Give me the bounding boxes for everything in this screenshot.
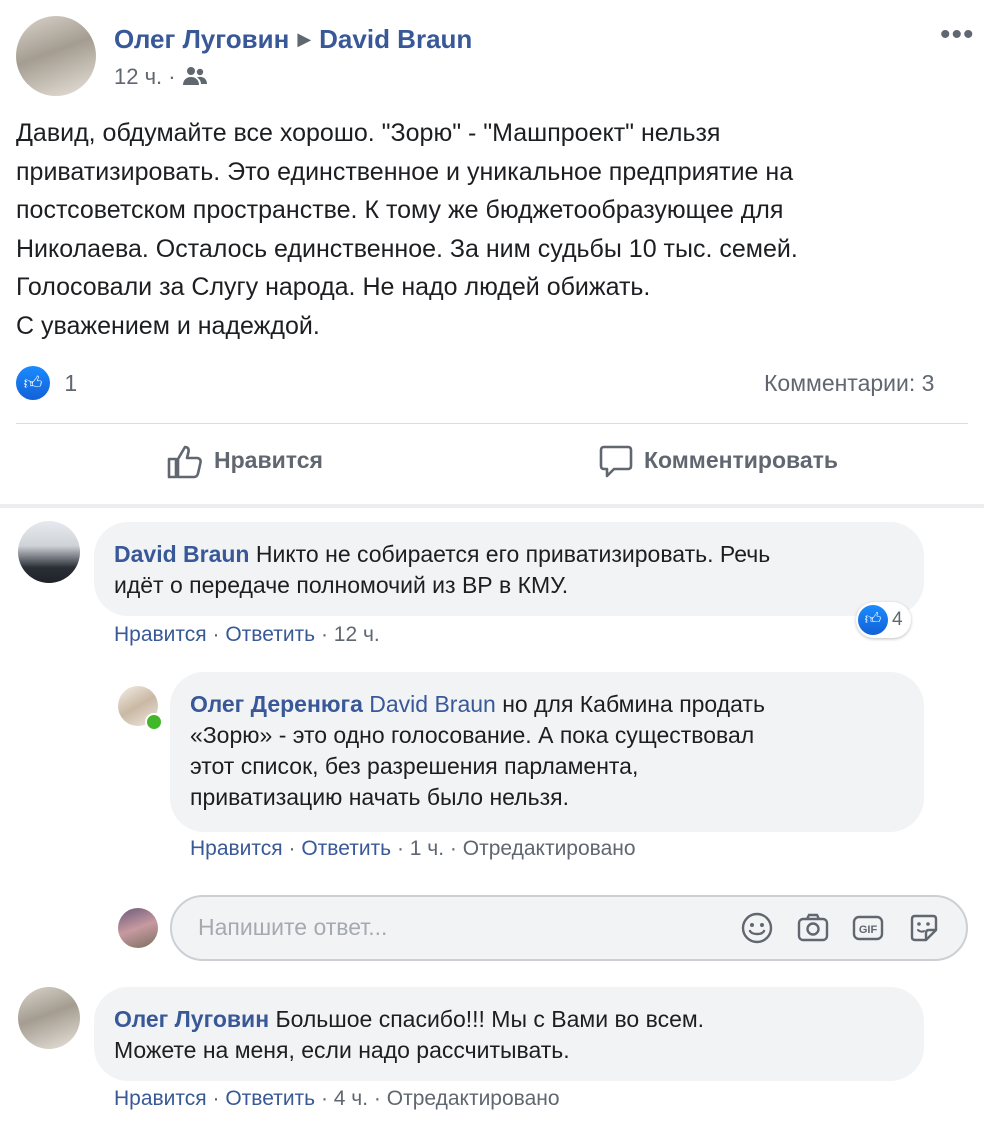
post-text: Давид, обдумайте все хорошо. "Зорю" - "М…: [16, 114, 966, 345]
arrow-right-icon: ▶: [297, 29, 312, 49]
comment-author-avatar[interactable]: [18, 521, 80, 583]
comment-text: Можете на меня, если надо рассчитывать.: [114, 1037, 570, 1063]
comment-timestamp[interactable]: 12 ч.: [334, 623, 380, 646]
reactions-summary[interactable]: 👍︎ 1: [16, 366, 77, 400]
comment-timestamp[interactable]: 4 ч.: [334, 1087, 368, 1110]
post-text-line: Голосовали за Слугу народа. Не надо люде…: [16, 273, 651, 301]
post-timestamp[interactable]: 12 ч.: [114, 64, 162, 89]
comment-like-link[interactable]: Нравится: [114, 1087, 207, 1110]
speech-bubble-icon: [599, 445, 633, 478]
gif-icon[interactable]: GIF: [851, 911, 885, 945]
current-user-avatar: [118, 908, 158, 948]
comment-actions: Нравится · Ответить · 12 ч.: [114, 623, 380, 646]
reaction-count: 4: [892, 609, 903, 630]
online-status-dot: [145, 713, 163, 731]
comment-text: но для Кабмина продать: [502, 691, 765, 717]
post-header: Олег Луговин ▶ David Braun: [114, 24, 472, 55]
comment-reply-link[interactable]: Ответить: [225, 623, 315, 646]
comment-reply-link[interactable]: Ответить: [225, 1087, 315, 1110]
comment-button[interactable]: Комментировать: [598, 444, 838, 480]
comment-text: «Зорю» - это одно голосование. А пока су…: [190, 722, 755, 748]
post-meta: 12 ч. ·: [114, 64, 208, 90]
more-icon[interactable]: •••: [940, 18, 975, 52]
post-text-line: Давид, обдумайте все хорошо. "Зорю" - "М…: [16, 119, 721, 147]
comment-reactions[interactable]: 👍︎ 4: [856, 602, 911, 638]
post-text-line: С уважением и надеждой.: [16, 311, 320, 340]
comment-text: этот список, без разрешения парламента,: [190, 753, 639, 779]
comment-text: Никто не собирается его приватизировать.…: [255, 541, 771, 567]
comment-text: приватизацию начать было нельзя.: [190, 784, 569, 810]
thumbs-up-icon: 👍︎: [858, 604, 888, 635]
thumbs-up-icon: 👍︎: [16, 366, 50, 400]
comment-bubble: Олег Луговин Большое спасибо!!! Мы с Вам…: [94, 987, 924, 1081]
camera-icon[interactable]: [796, 911, 830, 945]
comment-bubble: David Braun Никто не собирается его прив…: [94, 522, 924, 616]
reply-box[interactable]: GIF: [170, 895, 968, 961]
svg-text:GIF: GIF: [859, 924, 878, 936]
mention-link[interactable]: David Braun: [369, 691, 496, 717]
post-text-line: постсоветском пространстве. К тому же бю…: [16, 196, 784, 224]
comment-author-link[interactable]: Олег Луговин: [114, 1006, 269, 1032]
comment-reply-link[interactable]: Ответить: [301, 837, 391, 860]
thumbs-up-outline-icon: [167, 445, 202, 479]
post-text-line: Николаева. Осталось единственное. За ним…: [16, 234, 798, 263]
comment-actions: Нравится · Ответить · 1 ч. · Отредактиро…: [190, 837, 636, 860]
comment-text: идёт о передаче полномочий из ВР в КМУ.: [114, 572, 569, 598]
divider: [0, 504, 984, 508]
post-author-avatar[interactable]: [16, 16, 96, 96]
edited-label[interactable]: Отредактировано: [387, 1087, 560, 1110]
comment-text: Большое спасибо!!! Мы с Вами во всем.: [275, 1006, 705, 1032]
comment-timestamp[interactable]: 1 ч.: [410, 837, 444, 860]
comment-author-link[interactable]: Олег Деренюга: [190, 691, 363, 717]
post-target-link[interactable]: David Braun: [319, 24, 472, 54]
reply-input[interactable]: [196, 913, 700, 942]
comment-actions: Нравится · Ответить · 4 ч. · Отредактиро…: [114, 1087, 560, 1110]
comment-author-avatar[interactable]: [18, 987, 80, 1049]
comment-like-link[interactable]: Нравится: [114, 623, 207, 646]
smiley-icon[interactable]: [740, 911, 774, 945]
edited-label[interactable]: Отредактировано: [463, 837, 636, 860]
comment-bubble: Олег Деренюга David Braun но для Кабмина…: [170, 672, 924, 832]
likes-count: 1: [64, 369, 78, 396]
friends-icon: [182, 67, 207, 85]
comment-author-link[interactable]: David Braun: [114, 541, 249, 567]
comment-like-link[interactable]: Нравится: [190, 837, 283, 860]
sticker-icon[interactable]: [907, 911, 941, 945]
post-text-line: приватизировать. Это единственное и уник…: [16, 157, 794, 186]
post-author-link[interactable]: Олег Луговин: [114, 24, 289, 54]
divider: [16, 423, 968, 424]
like-button[interactable]: Нравится: [166, 444, 323, 480]
comments-count[interactable]: Комментарии: 3: [764, 370, 934, 397]
